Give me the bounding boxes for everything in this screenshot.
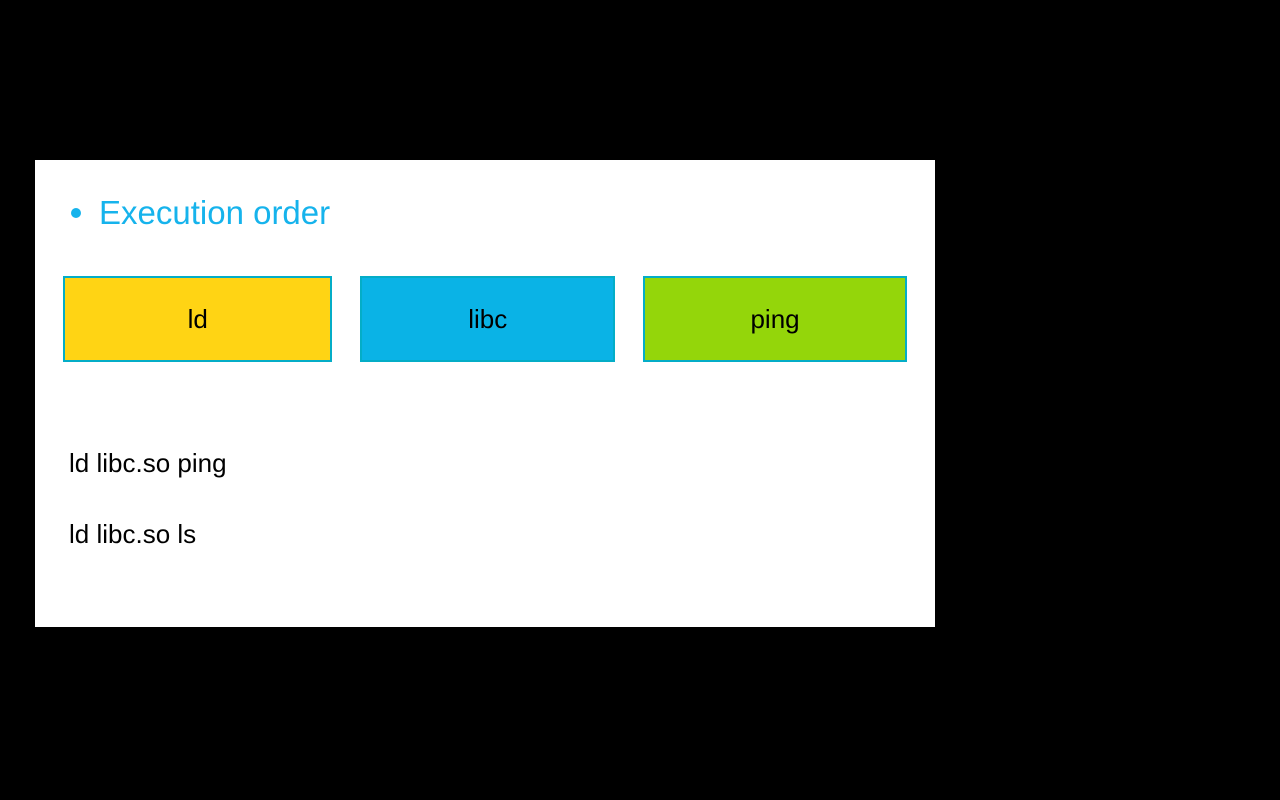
command-line-1: ld libc.so ping <box>69 448 907 479</box>
box-libc: libc <box>360 276 615 362</box>
box-ld: ld <box>63 276 332 362</box>
slide: Execution order ld libc ping ld libc.so … <box>35 160 935 627</box>
command-line-2: ld libc.so ls <box>69 519 907 550</box>
bullet-icon <box>71 208 81 218</box>
boxes-row: ld libc ping <box>63 276 907 362</box>
slide-heading: Execution order <box>99 194 330 232</box>
heading-row: Execution order <box>63 194 907 232</box>
box-ping: ping <box>643 276 907 362</box>
